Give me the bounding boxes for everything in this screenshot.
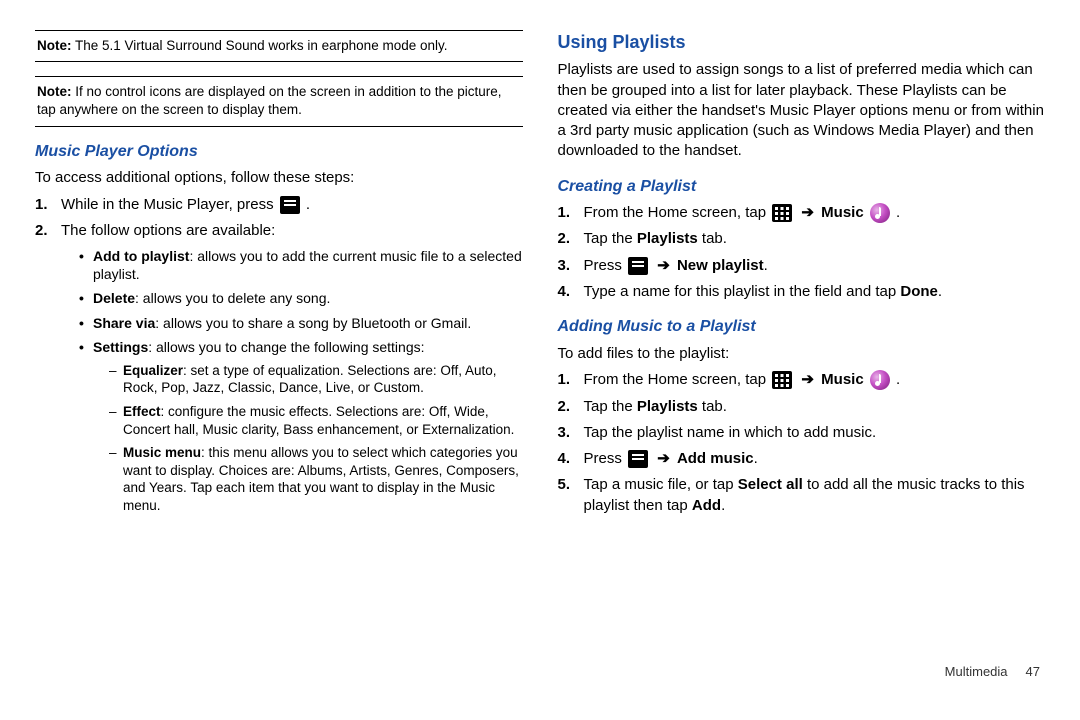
bullet-title: Add to playlist bbox=[93, 248, 189, 264]
step: Tap the Playlists tab. bbox=[558, 397, 1046, 417]
menu-icon bbox=[628, 257, 648, 275]
bullet-list: Add to playlist: allows you to add the c… bbox=[79, 247, 523, 514]
step-text: Tap the bbox=[584, 230, 637, 247]
step-text: . bbox=[892, 204, 900, 221]
step-text: While in the Music Player, press bbox=[61, 196, 278, 213]
steps-adding: From the Home screen, tap ➔ Music . Tap … bbox=[558, 370, 1046, 516]
music-icon bbox=[870, 203, 890, 223]
step-text: Press bbox=[584, 450, 627, 467]
arrow-icon: ➔ bbox=[801, 370, 814, 390]
step-text: Type a name for this playlist in the fie… bbox=[584, 283, 901, 300]
note-text: If no control icons are displayed on the… bbox=[37, 84, 502, 117]
step: From the Home screen, tap ➔ Music . bbox=[558, 203, 1046, 223]
arrow-icon: ➔ bbox=[657, 256, 670, 276]
step-text: . bbox=[892, 371, 900, 388]
step-2: The follow options are available: Add to… bbox=[35, 221, 523, 515]
music-label: Music bbox=[821, 371, 864, 388]
footer-section: Multimedia bbox=[945, 664, 1008, 679]
step: Tap a music file, or tap Select all to a… bbox=[558, 475, 1046, 516]
step: Press ➔ Add music. bbox=[558, 449, 1046, 469]
note-label: Note: bbox=[37, 84, 72, 99]
bold: Playlists bbox=[637, 398, 698, 415]
dash-item: Effect: configure the music effects. Sel… bbox=[109, 403, 523, 438]
dash-title: Equalizer bbox=[123, 363, 183, 378]
dash-rest: : configure the music effects. Selection… bbox=[123, 404, 514, 437]
step-text: . bbox=[764, 257, 768, 274]
bullet-item: Settings: allows you to change the follo… bbox=[79, 338, 523, 515]
step-text: Press bbox=[584, 257, 627, 274]
step-text: . bbox=[754, 450, 758, 467]
manual-page: Note: The 5.1 Virtual Surround Sound wor… bbox=[0, 0, 1080, 660]
heading-creating-playlist: Creating a Playlist bbox=[558, 176, 1046, 198]
intro-text: To access additional options, follow the… bbox=[35, 168, 523, 188]
step-text: tab. bbox=[698, 398, 727, 415]
note-box-2: Note: If no control icons are displayed … bbox=[35, 76, 523, 126]
apps-icon bbox=[772, 204, 792, 222]
bullet-item: Delete: allows you to delete any song. bbox=[79, 289, 523, 307]
music-icon bbox=[870, 370, 890, 390]
bullet-rest: : allows you to delete any song. bbox=[135, 290, 330, 306]
bullet-item: Add to playlist: allows you to add the c… bbox=[79, 247, 523, 283]
bold: Add music bbox=[677, 450, 754, 467]
right-column: Using Playlists Playlists are used to as… bbox=[558, 30, 1046, 640]
steps-list: While in the Music Player, press . The f… bbox=[35, 195, 523, 515]
step: Type a name for this playlist in the fie… bbox=[558, 282, 1046, 302]
step-1: While in the Music Player, press . bbox=[35, 195, 523, 215]
music-label: Music bbox=[821, 204, 864, 221]
intro-text: To add files to the playlist: bbox=[558, 344, 1046, 364]
dash-item: Equalizer: set a type of equalization. S… bbox=[109, 362, 523, 397]
bold: New playlist bbox=[677, 257, 764, 274]
note-box-1: Note: The 5.1 Virtual Surround Sound wor… bbox=[35, 30, 523, 62]
apps-icon bbox=[772, 371, 792, 389]
step-text: The follow options are available: bbox=[61, 222, 275, 239]
arrow-icon: ➔ bbox=[657, 449, 670, 469]
bullet-title: Settings bbox=[93, 339, 148, 355]
dash-list: Equalizer: set a type of equalization. S… bbox=[109, 362, 523, 514]
dash-title: Music menu bbox=[123, 445, 201, 460]
bold: Select all bbox=[738, 476, 803, 493]
step-text: From the Home screen, tap bbox=[584, 204, 771, 221]
bullet-rest: : allows you to change the following set… bbox=[148, 339, 424, 355]
bold: Add bbox=[692, 497, 721, 514]
dash-item: Music menu: this menu allows you to sele… bbox=[109, 444, 523, 514]
step-text: From the Home screen, tap bbox=[584, 371, 771, 388]
note-label: Note: bbox=[37, 38, 72, 53]
step-text: . bbox=[721, 497, 725, 514]
step: Tap the Playlists tab. bbox=[558, 229, 1046, 249]
step-text: . bbox=[302, 196, 310, 213]
note-text: The 5.1 Virtual Surround Sound works in … bbox=[72, 38, 448, 53]
dash-title: Effect bbox=[123, 404, 161, 419]
step-text: Tap a music file, or tap bbox=[584, 476, 738, 493]
step-text: . bbox=[938, 283, 942, 300]
bullet-title: Delete bbox=[93, 290, 135, 306]
bullet-item: Share via: allows you to share a song by… bbox=[79, 314, 523, 332]
page-footer: Multimedia 47 bbox=[0, 660, 1080, 679]
menu-icon bbox=[280, 196, 300, 214]
bold: Playlists bbox=[637, 230, 698, 247]
step-text: tab. bbox=[698, 230, 727, 247]
heading-using-playlists: Using Playlists bbox=[558, 30, 1046, 54]
step-text: Tap the bbox=[584, 398, 637, 415]
left-column: Note: The 5.1 Virtual Surround Sound wor… bbox=[35, 30, 523, 640]
step: Press ➔ New playlist. bbox=[558, 256, 1046, 276]
paragraph: Playlists are used to assign songs to a … bbox=[558, 60, 1046, 161]
step: Tap the playlist name in which to add mu… bbox=[558, 423, 1046, 443]
arrow-icon: ➔ bbox=[801, 203, 814, 223]
footer-page-number: 47 bbox=[1026, 664, 1040, 679]
bullet-title: Share via bbox=[93, 315, 155, 331]
bold: Done bbox=[900, 283, 938, 300]
heading-adding-music: Adding Music to a Playlist bbox=[558, 316, 1046, 338]
menu-icon bbox=[628, 450, 648, 468]
step: From the Home screen, tap ➔ Music . bbox=[558, 370, 1046, 390]
heading-music-player-options: Music Player Options bbox=[35, 141, 523, 163]
bullet-rest: : allows you to share a song by Bluetoot… bbox=[155, 315, 471, 331]
steps-creating: From the Home screen, tap ➔ Music . Tap … bbox=[558, 203, 1046, 302]
step-text: Tap the playlist name in which to add mu… bbox=[584, 424, 877, 441]
